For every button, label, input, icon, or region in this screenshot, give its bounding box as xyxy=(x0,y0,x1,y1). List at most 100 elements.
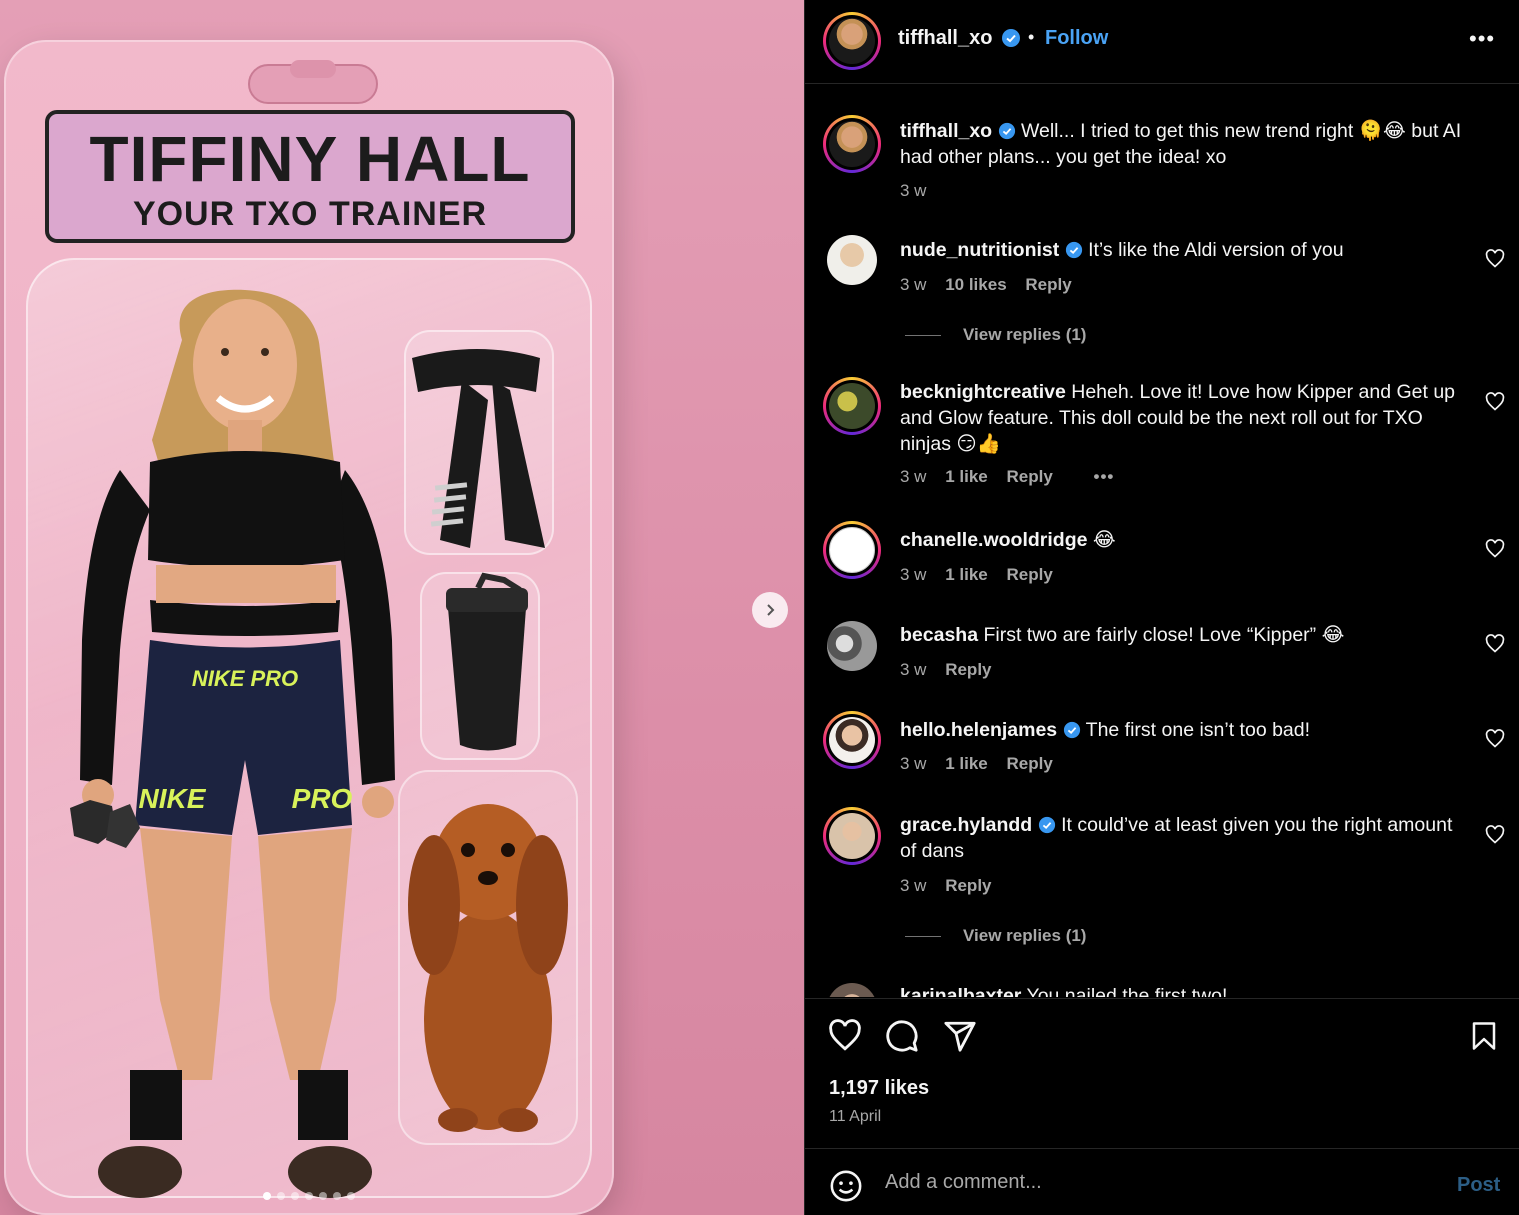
share-icon[interactable] xyxy=(943,1019,977,1053)
comment-meta: 3 w 1 like Reply ••• xyxy=(900,467,1128,487)
comment-avatar[interactable] xyxy=(823,711,881,769)
comment-meta: 3 w Reply xyxy=(900,876,1006,896)
left-eye xyxy=(221,348,229,356)
post-actions: 1,197 likes 11 April xyxy=(805,998,1519,1148)
follow-button[interactable]: Follow xyxy=(1045,27,1108,50)
bookmark-icon[interactable] xyxy=(1469,1019,1499,1053)
comment-more-button[interactable]: ••• xyxy=(1094,467,1115,486)
right-shoe xyxy=(288,1146,372,1198)
comment-avatar[interactable] xyxy=(823,521,881,579)
dog-right-ear xyxy=(516,835,568,975)
comment-time: 3 w xyxy=(900,275,927,294)
comment-meta: 3 w Reply xyxy=(900,660,1006,680)
dog-left-paw xyxy=(438,1108,478,1132)
reply-button[interactable]: Reply xyxy=(945,876,991,895)
shaker-bottle xyxy=(448,608,526,751)
carousel-dot xyxy=(305,1192,313,1200)
comment-avatar[interactable] xyxy=(827,621,877,671)
author-username[interactable]: tiffhall_xo xyxy=(898,27,992,50)
caption-text-start: Well... I tried to get this new trend ri… xyxy=(1020,120,1354,142)
left-arm xyxy=(80,470,150,785)
comment-time: 3 w xyxy=(900,754,927,773)
carousel-dot xyxy=(347,1192,355,1200)
post-header: tiffhall_xo • Follow ••• xyxy=(805,0,1519,84)
heart-icon[interactable] xyxy=(1485,825,1505,845)
comment-username[interactable]: nude_nutritionist xyxy=(900,239,1059,261)
dog-right-eye xyxy=(501,843,515,857)
view-replies-button[interactable]: View replies (1) xyxy=(905,926,1086,946)
heart-icon[interactable] xyxy=(827,1019,863,1053)
carousel-dot xyxy=(319,1192,327,1200)
chevron-right-icon xyxy=(767,604,775,616)
left-leg xyxy=(140,828,232,1080)
comment-icon[interactable] xyxy=(885,1019,919,1053)
comment-time: 3 w xyxy=(900,876,927,895)
author-avatar[interactable] xyxy=(823,12,881,70)
comment-likes[interactable]: 1 like xyxy=(945,565,988,584)
comment-likes[interactable]: 1 like xyxy=(945,754,988,773)
carousel-next-button[interactable] xyxy=(752,592,788,628)
dog-left-ear xyxy=(408,835,460,975)
comment-username[interactable]: chanelle.wooldridge xyxy=(900,529,1087,551)
comment-avatar[interactable] xyxy=(827,983,877,997)
add-comment-bar: Post xyxy=(805,1148,1519,1215)
comment-username[interactable]: becasha xyxy=(900,624,978,646)
post-details-panel: tiffhall_xo • Follow ••• tiffhall_xo Wel… xyxy=(804,0,1519,1215)
comment-text: 😂 xyxy=(1092,529,1116,551)
right-hand xyxy=(362,786,394,818)
caption-body: tiffhall_xo Well... I tried to get this … xyxy=(900,118,1470,170)
likes-count[interactable]: 1,197 likes xyxy=(829,1077,929,1100)
heart-icon[interactable] xyxy=(1485,392,1505,412)
comment-body: hello.helenjames The first one isn’t too… xyxy=(900,717,1470,743)
reply-button[interactable]: Reply xyxy=(1006,754,1052,773)
comment-avatar[interactable] xyxy=(827,235,877,285)
verified-badge-icon xyxy=(1063,721,1080,739)
comment-likes[interactable]: 10 likes xyxy=(945,275,1006,294)
caption-username[interactable]: tiffhall_xo xyxy=(900,120,992,142)
right-leg xyxy=(258,828,352,1080)
right-eye xyxy=(261,348,269,356)
verified-badge-icon xyxy=(998,122,1015,140)
comment-username[interactable]: hello.helenjames xyxy=(900,719,1057,741)
heart-icon[interactable] xyxy=(1485,539,1505,559)
heart-icon[interactable] xyxy=(1485,729,1505,749)
comment-body: grace.hylandd It could’ve at least given… xyxy=(900,812,1470,864)
comment-avatar[interactable] xyxy=(823,807,881,865)
comment-avatar[interactable] xyxy=(823,377,881,435)
comments-list[interactable]: tiffhall_xo Well... I tried to get this … xyxy=(805,85,1519,997)
shaker-spout xyxy=(475,572,522,593)
post-date: 11 April xyxy=(829,1108,882,1125)
left-sock xyxy=(130,1070,182,1140)
caption-meta: 3 w xyxy=(900,181,940,201)
carousel-dot xyxy=(277,1192,285,1200)
crop-top xyxy=(148,451,345,568)
comment-input[interactable] xyxy=(885,1171,1425,1194)
right-leg-text: PRO xyxy=(292,783,353,814)
carousel-indicator xyxy=(263,1192,355,1200)
comment-username[interactable]: becknightcreative xyxy=(900,381,1066,403)
heart-icon[interactable] xyxy=(1485,249,1505,269)
post-comment-button[interactable]: Post xyxy=(1457,1174,1500,1197)
carousel-dot xyxy=(291,1192,299,1200)
left-leg-text: NIKE xyxy=(139,783,207,814)
comment-username[interactable]: karinalbaxter xyxy=(900,985,1021,997)
reply-button[interactable]: Reply xyxy=(1025,275,1071,294)
more-options-button[interactable]: ••• xyxy=(1469,26,1495,52)
view-replies-button[interactable]: View replies (1) xyxy=(905,325,1086,345)
crop-top-band xyxy=(150,600,340,636)
waistband-text: NIKE PRO xyxy=(192,666,298,691)
header-separator: • xyxy=(1028,27,1035,47)
caption-time: 3 w xyxy=(900,181,927,200)
reply-button[interactable]: Reply xyxy=(1006,565,1052,584)
comment-body: karinalbaxter You nailed the first two! xyxy=(900,983,1470,997)
emoji-icon[interactable] xyxy=(829,1169,863,1203)
reply-button[interactable]: Reply xyxy=(1006,467,1052,486)
caption-avatar[interactable] xyxy=(823,115,881,173)
comment-time: 3 w xyxy=(900,660,927,679)
comment-username[interactable]: grace.hylandd xyxy=(900,814,1032,836)
comment-likes[interactable]: 1 like xyxy=(945,467,988,486)
caption-emoji: 🫠😂 xyxy=(1358,120,1406,142)
comment-body: becknightcreative Heheh. Love it! Love h… xyxy=(900,379,1470,457)
heart-icon[interactable] xyxy=(1485,634,1505,654)
reply-button[interactable]: Reply xyxy=(945,660,991,679)
